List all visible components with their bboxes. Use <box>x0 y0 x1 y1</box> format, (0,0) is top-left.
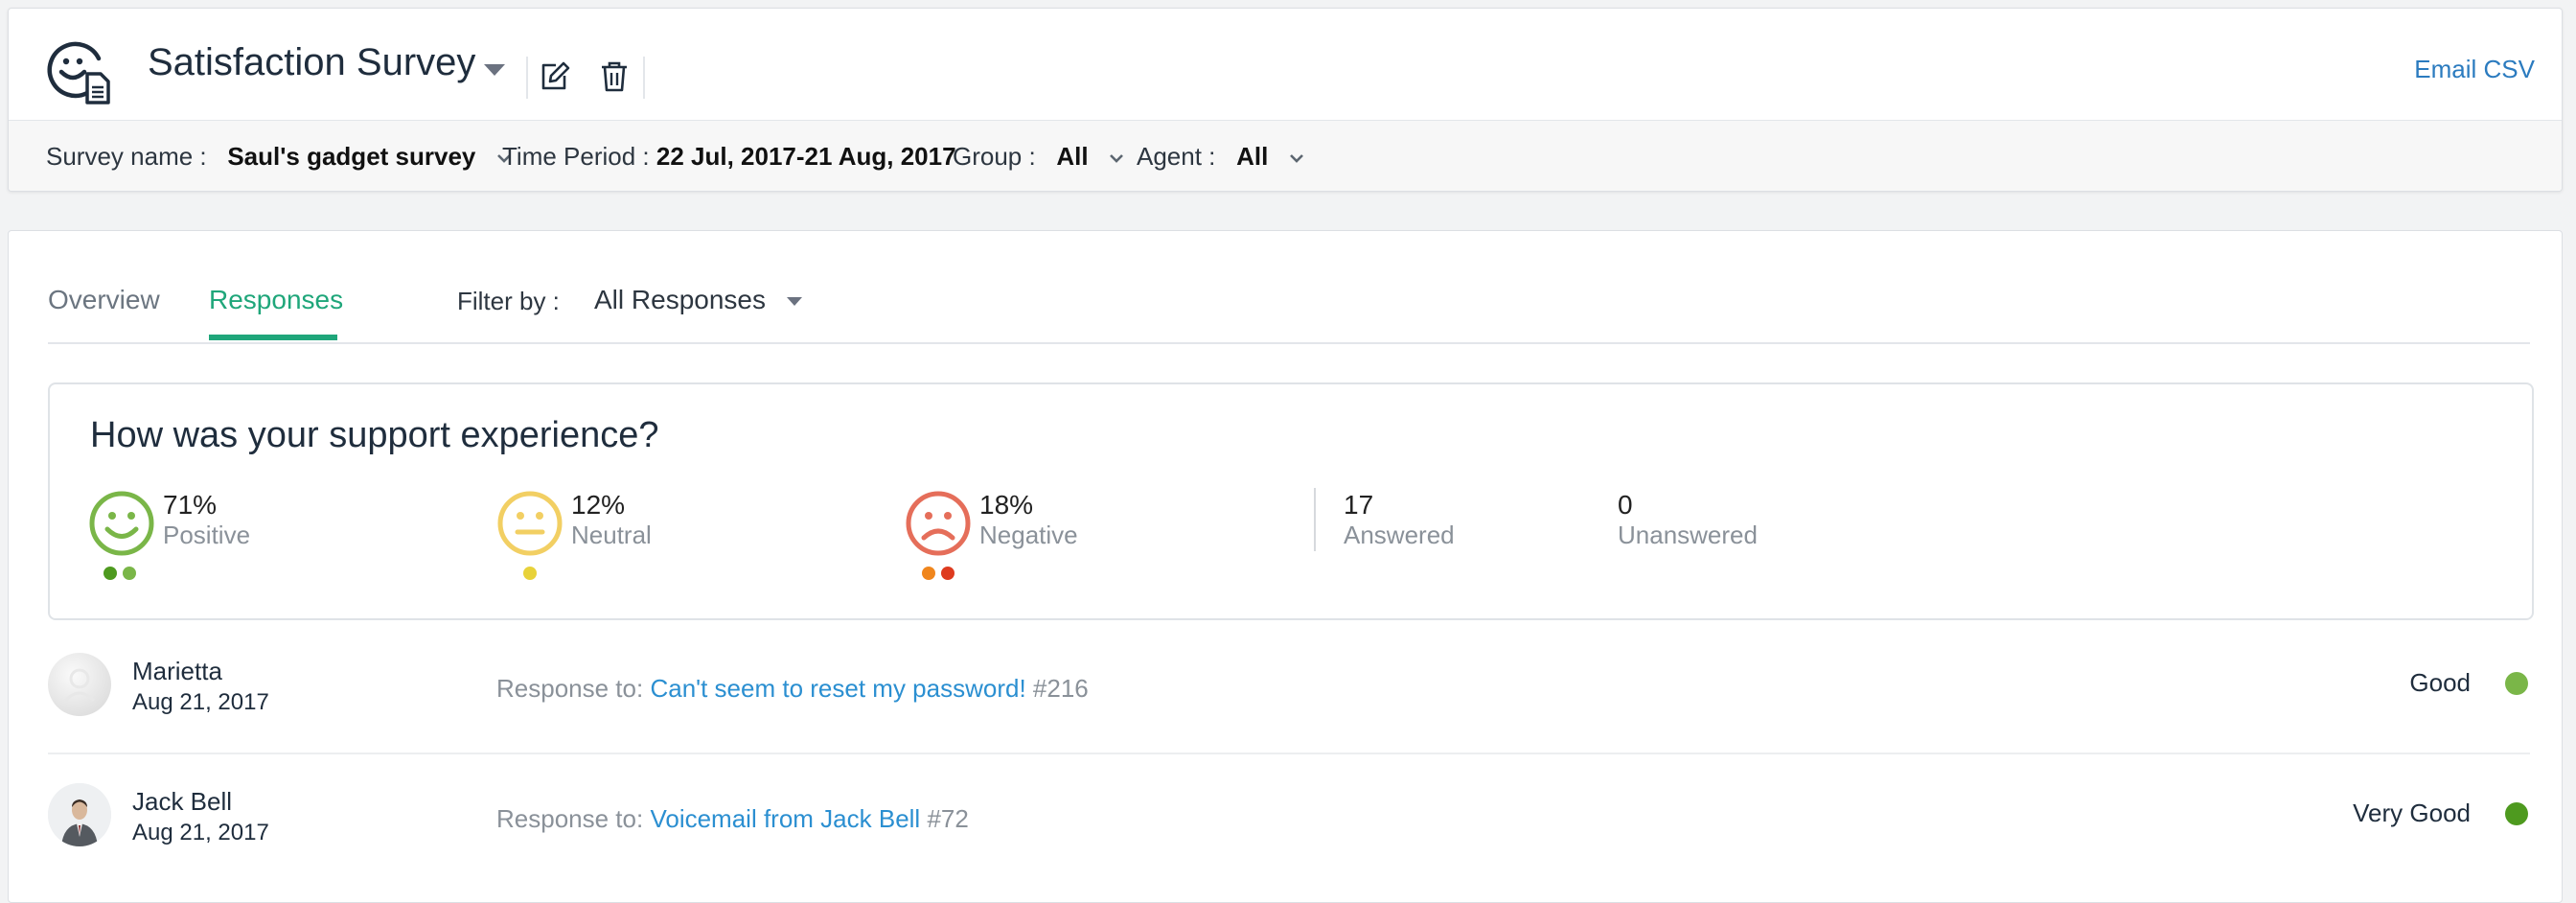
survey-title: Satisfaction Survey <box>148 41 476 83</box>
neutral-label: Neutral <box>571 521 652 549</box>
question-summary: How was your support experience? 71% Pos… <box>48 382 2534 620</box>
time-period-filter[interactable]: Time Period : 22 Jul, 2017-21 Aug, 2017 <box>502 121 956 191</box>
response-date: Aug 21, 2017 <box>132 689 269 715</box>
unanswered-label: Unanswered <box>1618 521 1758 549</box>
tab-overview[interactable]: Overview <box>48 285 160 315</box>
rating-label: Good <box>2409 668 2471 697</box>
unanswered-count: 0 <box>1618 490 1633 520</box>
answered-count: 17 <box>1344 490 1374 520</box>
response-prefix: Response to: <box>496 804 644 833</box>
happy-face-icon <box>89 491 154 556</box>
tab-responses[interactable]: Responses <box>209 285 343 315</box>
group-filter[interactable]: Group : All <box>953 121 1126 191</box>
very-good-dot <box>104 567 117 580</box>
agent-label: Agent : <box>1137 142 1216 171</box>
active-tab-indicator <box>209 335 337 340</box>
neutral-dot <box>523 567 537 580</box>
avatar <box>48 783 111 846</box>
rating-dot <box>2505 802 2528 825</box>
survey-name-label: Survey name : <box>46 142 207 171</box>
ticket-id: #72 <box>927 804 969 833</box>
chevron-down-icon <box>1289 154 1303 163</box>
ticket-link[interactable]: Can't seem to reset my password! <box>650 674 1025 703</box>
rating-dot <box>2505 672 2528 695</box>
edit-icon[interactable] <box>537 58 573 95</box>
neutral-percent: 12% <box>571 490 626 520</box>
responses-card: Overview Responses Filter by : All Respo… <box>8 230 2563 903</box>
survey-title-dropdown[interactable] <box>484 64 505 76</box>
respondent-name[interactable]: Marietta <box>132 657 222 686</box>
rating-label: Very Good <box>2353 799 2471 827</box>
response-row[interactable]: Jack Bell Aug 21, 2017 Response to: Voic… <box>48 754 2530 883</box>
chevron-down-icon <box>1109 154 1123 163</box>
response-ticket: Response to: Can't seem to reset my pass… <box>496 674 1089 704</box>
filter-by-value: All Responses <box>594 285 766 314</box>
filter-bar: Survey name : Saul's gadget survey Time … <box>9 120 2562 191</box>
survey-header-card: Satisfaction Survey Email CSV Survey nam… <box>8 8 2563 192</box>
positive-label: Positive <box>163 521 251 549</box>
negative-label: Negative <box>979 521 1078 549</box>
caret-down-icon <box>786 297 802 307</box>
bad-dot <box>922 567 935 580</box>
survey-name-filter[interactable]: Survey name : Saul's gadget survey <box>46 121 514 191</box>
sad-face-icon <box>906 491 971 556</box>
neutral-face-icon <box>497 491 563 556</box>
negative-percent: 18% <box>979 490 1034 520</box>
positive-percent: 71% <box>163 490 218 520</box>
time-period-label: Time Period : <box>502 142 650 171</box>
agent-value: All <box>1236 142 1269 171</box>
email-csv-link[interactable]: Email CSV <box>2414 55 2535 84</box>
group-value: All <box>1056 142 1089 171</box>
title-row: Satisfaction Survey Email CSV <box>9 9 2562 120</box>
survey-name-value: Saul's gadget survey <box>227 142 476 171</box>
divider <box>643 57 645 99</box>
filter-by-dropdown[interactable]: All Responses <box>594 285 802 315</box>
trash-icon[interactable] <box>596 58 632 95</box>
response-date: Aug 21, 2017 <box>132 820 269 845</box>
filter-by-label: Filter by : <box>457 287 560 315</box>
very-bad-dot <box>941 567 954 580</box>
respondent-name[interactable]: Jack Bell <box>132 787 232 817</box>
tab-bar: Overview Responses Filter by : All Respo… <box>48 231 2530 344</box>
ticket-link[interactable]: Voicemail from Jack Bell <box>650 804 920 833</box>
group-label: Group : <box>953 142 1036 171</box>
agent-filter[interactable]: Agent : All <box>1137 121 1306 191</box>
survey-question: How was your support experience? <box>90 415 659 455</box>
user-photo <box>48 783 111 846</box>
user-placeholder-icon <box>63 668 96 703</box>
avatar <box>48 653 111 716</box>
response-ticket: Response to: Voicemail from Jack Bell #7… <box>496 804 969 834</box>
stats-divider <box>1314 488 1316 551</box>
answered-label: Answered <box>1344 521 1455 549</box>
divider <box>526 57 528 99</box>
response-prefix: Response to: <box>496 674 644 703</box>
survey-smiley-icon <box>47 41 110 104</box>
ticket-id: #216 <box>1032 674 1089 703</box>
time-period-value: 22 Jul, 2017-21 Aug, 2017 <box>656 142 956 171</box>
response-row[interactable]: Marietta Aug 21, 2017 Response to: Can't… <box>48 624 2530 754</box>
good-dot <box>123 567 136 580</box>
